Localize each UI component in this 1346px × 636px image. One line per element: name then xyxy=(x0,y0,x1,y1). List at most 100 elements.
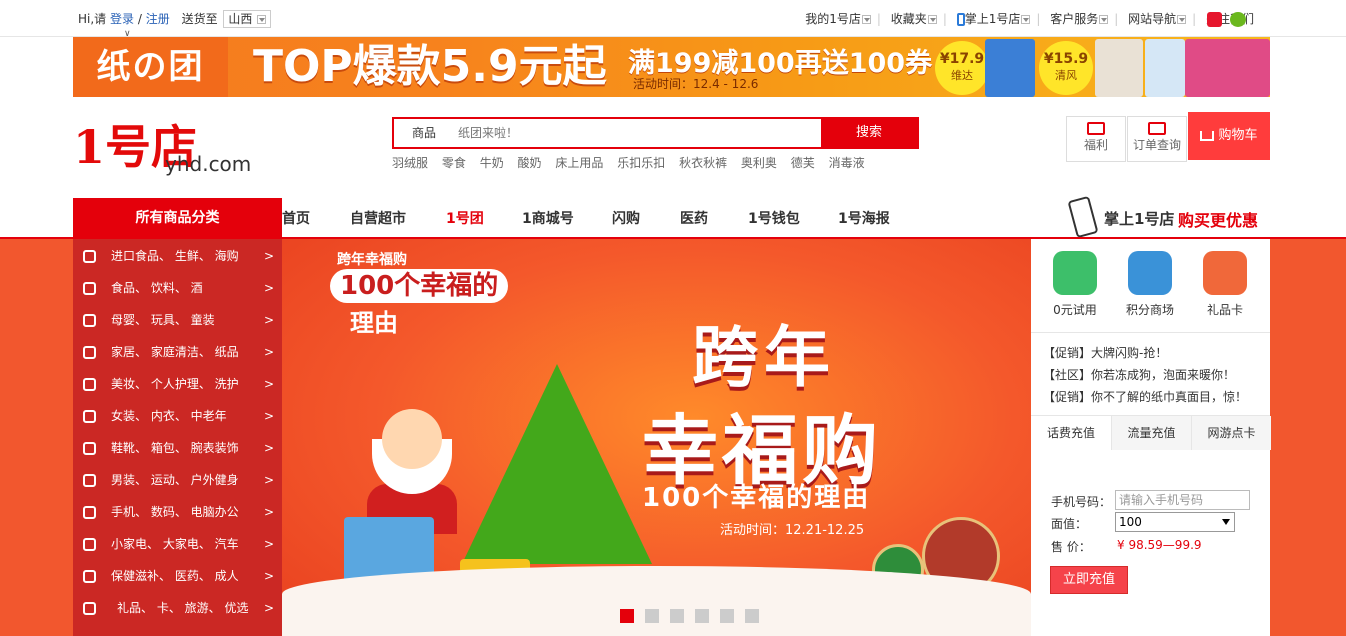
weibo-icon[interactable] xyxy=(1207,12,1222,27)
carousel-dot[interactable] xyxy=(695,609,709,623)
customer-service-link[interactable]: 客户服务 xyxy=(1050,12,1109,26)
hotword-link[interactable]: 床上用品 xyxy=(555,156,603,170)
my-yhd-link[interactable]: 我的1号店 xyxy=(805,12,871,26)
order-query-button[interactable]: 订单查询 xyxy=(1127,116,1187,162)
nav-link-flash[interactable]: 闪购 xyxy=(612,208,640,228)
nav-link-mall[interactable]: 1商城号 xyxy=(522,208,574,228)
phone-label: 手机号码： xyxy=(1051,495,1112,509)
price-label: 售 价： xyxy=(1051,540,1091,554)
pill-icon xyxy=(83,570,96,583)
app-promo-title: 掌上1号店 xyxy=(1104,210,1175,228)
category-item[interactable]: 美妆、 个人护理、 洗护 > xyxy=(73,368,282,400)
category-sidebar: 进口食品、 生鲜、 海购 > 食品、 饮料、 酒 > 母婴、 玩具、 童装 > 家居、… xyxy=(73,239,282,636)
hotword-link[interactable]: 消毒液 xyxy=(829,156,865,170)
tag-icon xyxy=(83,250,96,263)
category-item[interactable]: 手机、 数码、 电脑办公 > xyxy=(73,496,282,528)
gift-card-service[interactable]: 礼品卡 xyxy=(1190,251,1260,318)
slash-text: / xyxy=(137,12,142,26)
nav-link-pharmacy[interactable]: 医药 xyxy=(680,208,708,228)
recharge-button[interactable]: 立即充值 xyxy=(1050,566,1128,594)
category-item[interactable]: 进口食品、 生鲜、 海购 > xyxy=(73,240,282,272)
hotword-link[interactable]: 德芙 xyxy=(791,156,815,170)
arrow-right-icon: > xyxy=(263,473,274,487)
hot-keywords: 羽绒服 零食 牛奶 酸奶 床上用品 乐扣乐扣 秋衣秋裤 奥利奥 德芙 消毒液 xyxy=(392,154,875,171)
nav-link-tuan[interactable]: 1号团 xyxy=(446,208,484,228)
cart-button[interactable]: 购物车 xyxy=(1188,112,1270,160)
tab-phone-recharge[interactable]: 话费充值 xyxy=(1031,416,1111,450)
arrow-right-icon: > xyxy=(263,569,274,583)
search-category[interactable]: 商品 xyxy=(394,119,454,147)
category-item[interactable]: 家居、 家庭清洁、 纸品 > xyxy=(73,336,282,368)
carousel-dot[interactable] xyxy=(620,609,634,623)
news-item[interactable]: 【促销】大牌闪购-抢！ xyxy=(1043,342,1167,364)
category-item[interactable]: 鞋靴、 箱包、 腕表装饰 > xyxy=(73,432,282,464)
arrow-right-icon: > xyxy=(263,249,274,263)
site-nav-link[interactable]: 网站导航 xyxy=(1128,12,1187,26)
banner-headline: TOP爆款5.9元起 xyxy=(253,41,607,92)
points-mall-service[interactable]: 积分商场 xyxy=(1115,251,1185,318)
hotword-link[interactable]: 秋衣秋裤 xyxy=(679,156,727,170)
category-item[interactable]: 女装、 内衣、 中老年 > xyxy=(73,400,282,432)
category-item[interactable]: 男装、 运动、 户外健身 > xyxy=(73,464,282,496)
arrow-right-icon: > xyxy=(263,537,274,551)
nav-link-wallet[interactable]: 1号钱包 xyxy=(748,208,800,228)
all-categories-button[interactable]: 所有商品分类 xyxy=(73,198,282,238)
arrow-right-icon: > xyxy=(263,441,274,455)
chevron-down-icon xyxy=(927,15,937,24)
free-trial-service[interactable]: 0元试用 xyxy=(1040,251,1110,318)
arrow-right-icon: > xyxy=(263,313,274,327)
logo-domain: yhd.com xyxy=(165,152,252,176)
search-button[interactable]: 搜索 xyxy=(821,119,917,147)
tab-game-card[interactable]: 网游点卡 xyxy=(1191,416,1271,450)
hero-ribbon-head: 100个幸福的 xyxy=(330,269,509,303)
favorites-link[interactable]: 收藏夹 xyxy=(891,12,937,26)
hotword-link[interactable]: 牛奶 xyxy=(480,156,504,170)
category-item[interactable]: 食品、 饮料、 酒 > xyxy=(73,272,282,304)
banner-brand: 纸の团 xyxy=(73,37,228,97)
phone-number-input[interactable]: 请输入手机号码 xyxy=(1115,490,1250,510)
welfare-label: 福利 xyxy=(1083,138,1108,152)
hotword-link[interactable]: 羽绒服 xyxy=(392,156,428,170)
carousel-dot[interactable] xyxy=(720,609,734,623)
mobile-app-link[interactable]: 掌上1号店 xyxy=(956,12,1031,26)
wechat-icon[interactable] xyxy=(1230,12,1246,27)
top-bar: Hi,请 登录 / 注册 送货至 山西 ∨ 我的1号店 | 收藏夹 | 掌上1号店 |… xyxy=(0,0,1346,39)
nav-link-home[interactable]: 首页 xyxy=(282,208,310,228)
register-link[interactable]: 注册 xyxy=(146,12,170,26)
hotword-link[interactable]: 零食 xyxy=(442,156,466,170)
carousel-indicators xyxy=(620,609,770,626)
nav-link-supermarket[interactable]: 自营超市 xyxy=(350,208,406,228)
carousel-dot[interactable] xyxy=(745,609,759,623)
news-item[interactable]: 【社区】你若冻成狗，泡面来暖你！ xyxy=(1043,364,1235,386)
chevron-down-icon xyxy=(1099,15,1109,24)
category-item[interactable]: 母婴、 玩具、 童装 > xyxy=(73,304,282,336)
carousel-dot[interactable] xyxy=(645,609,659,623)
card-icon xyxy=(1203,251,1247,295)
carousel-dot[interactable] xyxy=(670,609,684,623)
region-selector[interactable]: 山西 xyxy=(223,10,272,28)
hero-title-1: 跨年 xyxy=(692,319,836,396)
appliance-icon xyxy=(83,538,96,551)
hotword-link[interactable]: 奥利奥 xyxy=(741,156,777,170)
hotword-link[interactable]: 酸奶 xyxy=(518,156,542,170)
hotword-link[interactable]: 乐扣乐扣 xyxy=(617,156,665,170)
category-item[interactable]: 小家电、 大家电、 汽车 > xyxy=(73,528,282,560)
login-link[interactable]: 登录 xyxy=(110,12,134,26)
welfare-button[interactable]: 福利 xyxy=(1066,116,1126,162)
phone-icon xyxy=(956,13,965,26)
category-item[interactable]: 礼品、 卡、 旅游、 优选 > xyxy=(73,592,282,624)
baby-icon xyxy=(83,314,96,327)
promo-banner[interactable]: 纸の团 TOP爆款5.9元起 满199减100再送100券 活动时间：12.4 … xyxy=(73,37,1270,97)
tab-data-recharge[interactable]: 流量充值 xyxy=(1111,416,1191,450)
phone-icon xyxy=(83,506,96,519)
category-item[interactable]: 保健滋补、 医药、 成人 > xyxy=(73,560,282,592)
hero-carousel[interactable]: 跨年幸福购 100个幸福的 理由 跨年 幸福购 100个幸福的理由 活动时间：1… xyxy=(282,239,1031,636)
nav-link-poster[interactable]: 1号海报 xyxy=(838,208,890,228)
deal-badge: ¥17.9 维达 xyxy=(935,41,989,95)
site-logo[interactable]: 1号店 yhd.com xyxy=(73,112,273,184)
cart-icon xyxy=(1200,130,1215,141)
news-item[interactable]: 【促销】你不了解的纸巾真面目，惊！ xyxy=(1043,386,1247,408)
app-promo[interactable]: 掌上1号店 购买更优惠 xyxy=(1067,195,1270,239)
amount-select[interactable]: 100 xyxy=(1115,512,1235,532)
search-input[interactable] xyxy=(454,119,822,147)
